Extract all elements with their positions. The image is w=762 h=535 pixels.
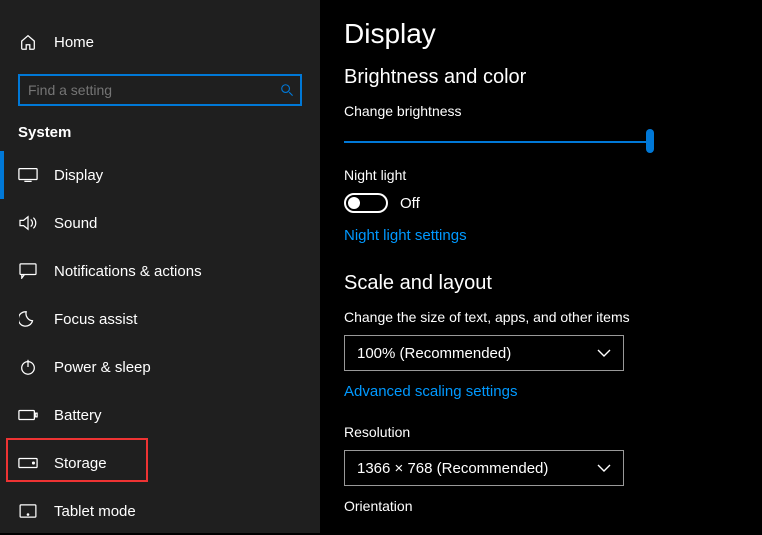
sidebar-section-label: System (0, 124, 320, 151)
chevron-down-icon (597, 464, 611, 472)
monitor-icon (18, 167, 38, 183)
nightlight-label: Night light (344, 167, 742, 183)
sidebar: Home System Display Sound Notifications … (0, 0, 320, 533)
nightlight-toggle[interactable] (344, 193, 388, 213)
section-scale: Scale and layout (344, 272, 742, 295)
sidebar-item-label: Focus assist (54, 311, 137, 328)
home-icon (18, 33, 38, 51)
advanced-scaling-link[interactable]: Advanced scaling settings (344, 383, 517, 400)
section-brightness: Brightness and color (344, 66, 742, 89)
sidebar-item-label: Sound (54, 215, 97, 232)
scale-value: 100% (Recommended) (357, 345, 511, 362)
sidebar-item-label: Power & sleep (54, 359, 151, 376)
sidebar-item-label: Display (54, 167, 103, 184)
slider-thumb[interactable] (646, 129, 654, 153)
sidebar-item-power-sleep[interactable]: Power & sleep (0, 343, 320, 391)
sidebar-item-label: Storage (54, 455, 107, 472)
sidebar-item-label: Tablet mode (54, 503, 136, 520)
nightlight-state: Off (400, 195, 420, 212)
moon-icon (18, 310, 38, 328)
orientation-label: Orientation (344, 498, 742, 514)
sidebar-item-storage[interactable]: Storage (0, 439, 320, 487)
search-wrap (18, 74, 302, 106)
chevron-down-icon (597, 349, 611, 357)
sidebar-item-sound[interactable]: Sound (0, 199, 320, 247)
brightness-label: Change brightness (344, 103, 742, 119)
sidebar-item-display[interactable]: Display (0, 151, 320, 199)
scale-label: Change the size of text, apps, and other… (344, 309, 742, 325)
resolution-value: 1366 × 768 (Recommended) (357, 460, 548, 477)
sidebar-item-label: Battery (54, 407, 102, 424)
home-label: Home (54, 34, 94, 51)
notifications-icon (18, 263, 38, 279)
main-content: Display Brightness and color Change brig… (320, 0, 762, 533)
sound-icon (18, 215, 38, 231)
battery-icon (18, 409, 38, 421)
nightlight-settings-link[interactable]: Night light settings (344, 227, 467, 244)
home-nav[interactable]: Home (0, 22, 320, 62)
page-title: Display (344, 18, 742, 50)
resolution-label: Resolution (344, 424, 742, 440)
search-input[interactable] (18, 74, 302, 106)
sidebar-item-tablet-mode[interactable]: Tablet mode (0, 487, 320, 535)
sidebar-item-focus-assist[interactable]: Focus assist (0, 295, 320, 343)
slider-track (344, 141, 654, 143)
scale-select[interactable]: 100% (Recommended) (344, 335, 624, 371)
resolution-select[interactable]: 1366 × 768 (Recommended) (344, 450, 624, 486)
brightness-slider[interactable] (344, 129, 654, 153)
toggle-knob (348, 197, 360, 209)
power-icon (18, 358, 38, 376)
sidebar-item-label: Notifications & actions (54, 263, 202, 280)
sidebar-item-notifications[interactable]: Notifications & actions (0, 247, 320, 295)
sidebar-item-battery[interactable]: Battery (0, 391, 320, 439)
drive-icon (18, 457, 38, 469)
tablet-icon (18, 504, 38, 518)
